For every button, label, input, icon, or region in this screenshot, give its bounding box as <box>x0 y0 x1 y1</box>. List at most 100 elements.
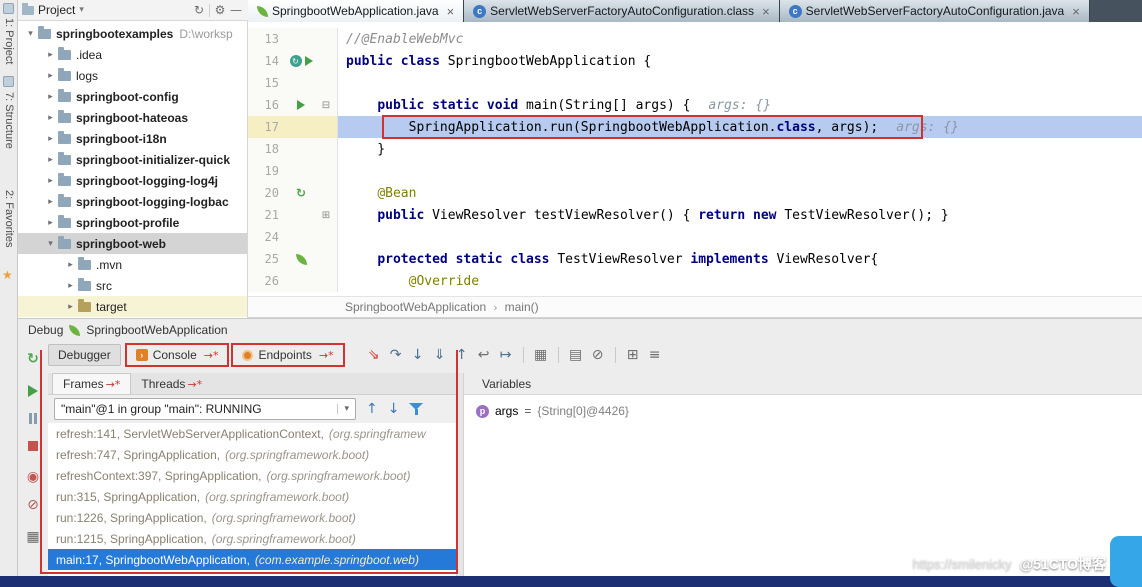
fold-marker-icon[interactable]: ⊞ <box>318 210 334 221</box>
tree-caret-icon[interactable]: ▸ <box>64 260 77 270</box>
panel-splitter[interactable] <box>456 373 464 577</box>
tree-caret-icon[interactable]: ▾ <box>44 239 57 249</box>
tree-caret-icon[interactable]: ▾ <box>24 29 37 39</box>
debug-tab-endpoints[interactable]: Endpoints →* <box>233 345 342 365</box>
frame-down-icon[interactable]: ↓ <box>388 401 400 417</box>
chevron-down-icon[interactable]: ▾ <box>337 404 349 414</box>
filter-funnel-icon[interactable] <box>409 402 424 416</box>
resume-icon[interactable] <box>18 385 48 397</box>
code-editor[interactable]: 13 //@EnableWebMvc 14 ↻ public class Springb… <box>248 22 1142 296</box>
close-icon[interactable]: × <box>762 4 770 19</box>
breadcrumb-item[interactable]: main() <box>505 300 539 314</box>
tree-item[interactable]: ▸ src <box>18 275 247 296</box>
project-tree[interactable]: ▾ springbootexamples D:\worksp ▸ .idea ▸ logs ▸… <box>18 21 248 318</box>
editor-tab[interactable]: c ServletWebServerFactoryAutoConfiguratio… <box>779 0 1090 22</box>
stack-frame-row[interactable]: refresh:141, ServletWebServerApplication… <box>48 423 456 444</box>
activity-tab-structure[interactable]: 7: Structure <box>3 92 15 149</box>
thread-selector[interactable]: "main"@1 in group "main": RUNNING ▾ <box>54 398 356 420</box>
console-icon: › <box>135 349 148 361</box>
tree-item[interactable]: ▸ springboot-i18n <box>18 128 247 149</box>
tree-item[interactable]: ▸ springboot-logging-logbac <box>18 191 247 212</box>
frames-list[interactable]: refresh:141, ServletWebServerApplication… <box>48 423 456 577</box>
spring-bean-icon[interactable]: ↻ <box>296 187 306 199</box>
restore-layout-icon[interactable]: ≡ <box>644 347 666 363</box>
run-icon[interactable] <box>297 100 305 110</box>
stack-frame-row[interactable]: refreshContext:397, SpringApplication, (o… <box>48 465 456 486</box>
tree-caret-icon[interactable]: ▸ <box>44 50 57 60</box>
editor-tab[interactable]: SpringbootWebApplication.java × <box>248 0 465 22</box>
drop-frame-icon[interactable]: ↩ <box>473 347 495 363</box>
gutter: 24 <box>248 226 338 248</box>
tree-caret-icon[interactable]: ▸ <box>44 92 57 102</box>
debug-control-column: ↻ ◉ ⊘ ▦ <box>18 349 48 577</box>
breadcrumb-item[interactable]: SpringbootWebApplication <box>345 300 486 314</box>
favorites-star-icon[interactable]: ★ <box>2 268 13 282</box>
activity-tab-favorites[interactable]: 2: Favorites <box>3 190 15 247</box>
step-into-icon[interactable]: ↓ <box>407 347 429 363</box>
tree-item[interactable]: ▸ target <box>18 296 247 317</box>
activity-tab-project[interactable]: 1: Project <box>3 18 15 64</box>
tree-item[interactable]: ▾ springboot-web <box>18 233 247 254</box>
run-to-cursor-icon[interactable]: ↦ <box>495 347 517 363</box>
tree-caret-icon[interactable]: ▸ <box>44 155 57 165</box>
mute-breakpoints-icon[interactable]: ⊘ <box>587 347 609 363</box>
tree-item[interactable]: ▸ .idea <box>18 44 247 65</box>
run-icon[interactable] <box>304 56 313 66</box>
mute-breakpoints-icon[interactable]: ⊘ <box>18 497 48 513</box>
sync-icon[interactable]: ↻ <box>191 3 207 17</box>
debug-tab-debugger[interactable]: Debugger <box>48 344 121 366</box>
frame-package: (org.springframework.boot) <box>211 531 356 546</box>
tree-item[interactable]: ▸ springboot-profile <box>18 212 247 233</box>
close-icon[interactable]: × <box>447 4 455 19</box>
frames-tab-frames[interactable]: Frames →* <box>52 373 132 394</box>
layout-icon[interactable]: ⊞ <box>622 347 644 363</box>
tree-item[interactable]: ▸ logs <box>18 65 247 86</box>
frame-up-icon[interactable]: ↑ <box>366 401 378 417</box>
settings-grid-icon[interactable]: ▦ <box>18 529 48 545</box>
step-over-icon[interactable]: ↷ <box>385 347 407 363</box>
variable-row[interactable]: p args = {String[0]@4426} <box>476 401 1142 421</box>
stack-frame-row[interactable]: run:1226, SpringApplication, (org.springf… <box>48 507 456 528</box>
stack-frame-row[interactable]: run:1215, SpringApplication, (org.springf… <box>48 528 456 549</box>
tree-item[interactable]: ▾ springbootexamples D:\worksp <box>18 23 247 44</box>
tree-item[interactable]: ▸ springboot-logging-log4j <box>18 170 247 191</box>
close-icon[interactable]: × <box>1072 4 1080 19</box>
stack-frame-row[interactable]: main:17, SpringbootWebApplication, (com.e… <box>48 549 456 570</box>
rerun-icon[interactable]: ↻ <box>289 55 302 67</box>
view-breakpoints-icon[interactable]: ◉ <box>18 469 48 485</box>
debug-tab-console[interactable]: › Console →* <box>127 345 228 365</box>
tree-caret-icon[interactable]: ▸ <box>44 197 57 207</box>
step-out-icon[interactable]: ↑ <box>451 347 473 363</box>
settings-icon[interactable]: ⚙ <box>212 3 228 17</box>
tree-caret-icon[interactable]: ▸ <box>44 218 57 228</box>
show-execution-point-icon[interactable]: ⇘ <box>363 347 385 363</box>
thread-dump-icon[interactable]: ▤ <box>565 347 587 363</box>
tool-window-icon[interactable] <box>3 3 14 14</box>
chevron-down-icon[interactable]: ▾ <box>79 5 84 15</box>
variables-body[interactable]: p args = {String[0]@4426} <box>464 395 1142 577</box>
fold-marker-icon[interactable]: ⊟ <box>318 100 334 111</box>
tree-caret-icon[interactable]: ▸ <box>64 281 77 291</box>
pause-icon[interactable] <box>18 413 48 424</box>
tree-item[interactable]: ▸ .mvn <box>18 254 247 275</box>
editor-tab[interactable]: c ServletWebServerFactoryAutoConfiguratio… <box>464 0 780 22</box>
structure-tool-icon[interactable] <box>3 76 14 87</box>
frames-tab-threads[interactable]: Threads →* <box>131 374 212 394</box>
force-step-into-icon[interactable]: ⇓ <box>429 347 451 363</box>
tree-item[interactable]: ▸ springboot-hateoas <box>18 107 247 128</box>
tree-caret-icon[interactable]: ▸ <box>44 134 57 144</box>
stop-icon[interactable] <box>18 441 48 451</box>
stack-frame-row[interactable]: refresh:747, SpringApplication, (org.spri… <box>48 444 456 465</box>
tree-caret-icon[interactable]: ▸ <box>44 71 57 81</box>
tree-caret-icon[interactable]: ▸ <box>64 302 77 312</box>
tree-caret-icon[interactable]: ▸ <box>44 113 57 123</box>
hide-icon[interactable]: — <box>228 3 244 17</box>
tree-item[interactable]: ▸ springboot-config <box>18 86 247 107</box>
tree-caret-icon[interactable]: ▸ <box>44 176 57 186</box>
red-annotation-mark: →* <box>203 348 219 362</box>
stack-frame-row[interactable]: run:315, SpringApplication, (org.springfr… <box>48 486 456 507</box>
tree-item[interactable]: ▸ springboot-initializer-quick <box>18 149 247 170</box>
evaluate-expression-icon[interactable]: ▦ <box>530 347 552 363</box>
rerun-debug-icon[interactable]: ↻ <box>18 351 48 367</box>
project-toolbar-title[interactable]: Project <box>38 3 75 17</box>
